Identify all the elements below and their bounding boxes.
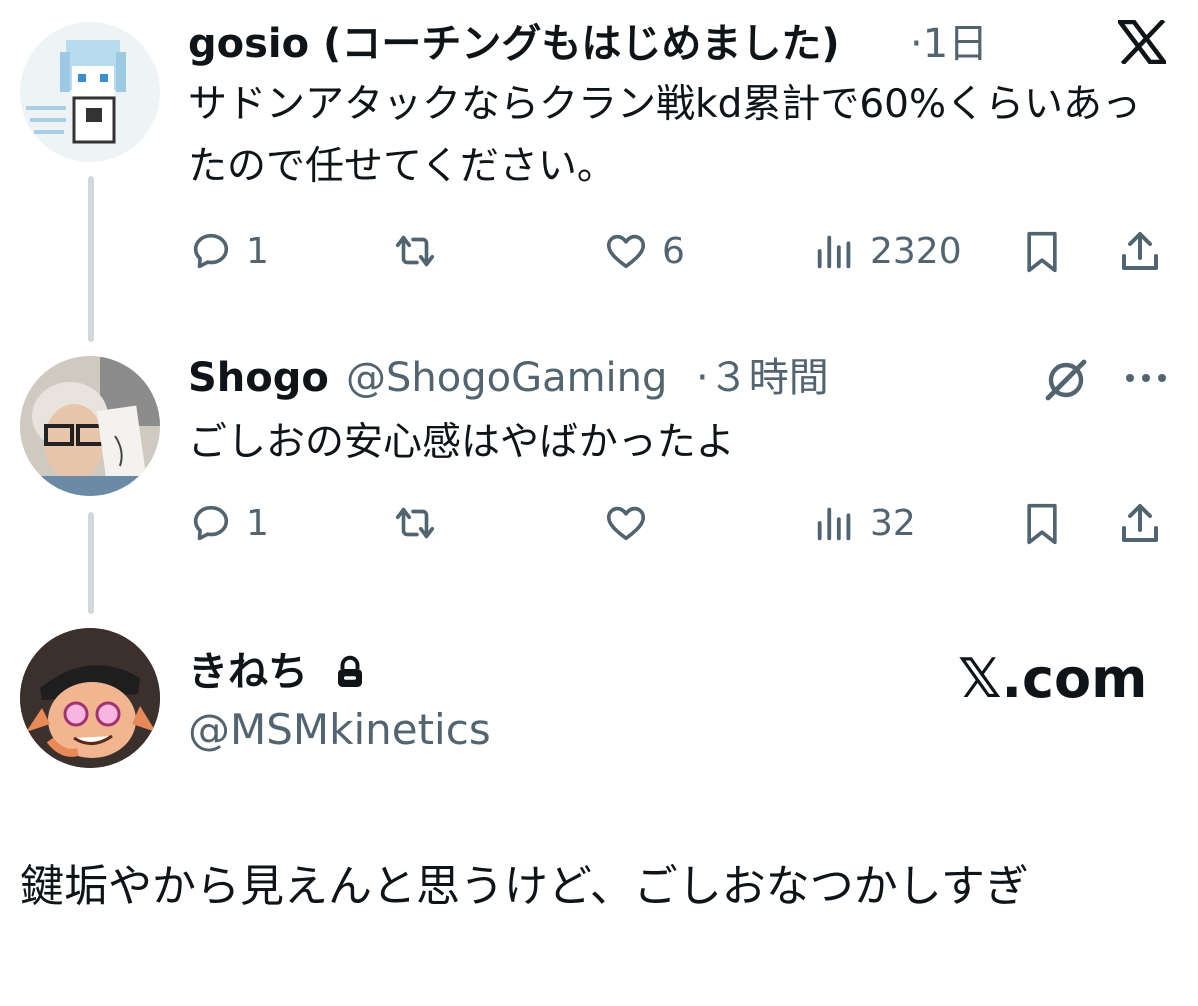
x-com-brand: 𝕏.com [958, 647, 1148, 710]
avatar[interactable] [20, 356, 160, 496]
like-button[interactable] [602, 500, 662, 546]
tweet-text: ごしおの安心感はやばかったよ [188, 420, 735, 465]
tweet-text: サドンアタックならクラン戦kd累計で60%くらいあったので任せてください。 [188, 82, 1142, 189]
views-icon [817, 235, 851, 269]
heart-icon [606, 506, 646, 541]
heart-icon [606, 234, 646, 269]
handle[interactable]: @MSMkinetics [188, 706, 491, 754]
timestamp[interactable]: ·３時間 [696, 354, 829, 402]
avatar[interactable] [20, 22, 160, 162]
display-name[interactable]: Shogo [188, 354, 329, 402]
share-button[interactable] [1116, 500, 1164, 548]
retweet-button[interactable] [390, 500, 440, 546]
like-count: 6 [662, 230, 685, 272]
more-options-icon[interactable] [1124, 370, 1168, 386]
share-icon [1122, 504, 1158, 542]
grok-icon[interactable] [1042, 356, 1090, 404]
share-button[interactable] [1116, 228, 1164, 276]
reply-count: 1 [246, 230, 269, 272]
thread-connector [88, 512, 94, 614]
reply-count: 1 [246, 502, 269, 544]
display-name[interactable]: きねち [188, 648, 308, 696]
retweet-icon [395, 507, 435, 539]
avatar[interactable] [20, 628, 160, 768]
bookmark-icon [1027, 231, 1057, 273]
retweet-icon [395, 235, 435, 267]
bookmark-button[interactable] [1020, 228, 1064, 276]
quoted-text: 鍵垢やから見えんと思うけど、ごしおなつかしすぎ [20, 861, 1029, 912]
views-icon [817, 507, 851, 541]
lock-icon [332, 654, 368, 690]
reply-button[interactable]: 1 [188, 500, 269, 546]
display-name[interactable]: gosio (コーチングもはじめました) [188, 20, 840, 68]
like-button[interactable]: 6 [602, 228, 685, 274]
views-button[interactable]: 32 [812, 500, 916, 546]
reply-button[interactable]: 1 [188, 228, 269, 274]
photo-avatar-icon [20, 356, 160, 496]
bookmark-icon [1027, 503, 1057, 545]
views-count: 32 [870, 502, 916, 544]
share-icon [1122, 232, 1158, 270]
illustrated-avatar-icon [20, 628, 160, 768]
timestamp[interactable]: ·1日 [910, 20, 988, 68]
bookmark-button[interactable] [1020, 500, 1064, 548]
x-logo-icon[interactable] [1115, 18, 1169, 66]
reply-icon [193, 233, 229, 269]
views-button[interactable]: 2320 [812, 228, 962, 274]
retweet-button[interactable] [390, 228, 440, 274]
thread-connector [88, 176, 94, 342]
views-count: 2320 [870, 230, 962, 272]
handle[interactable]: @ShogoGaming [346, 354, 667, 402]
pixel-art-avatar-icon [20, 22, 160, 162]
reply-icon [193, 505, 229, 541]
